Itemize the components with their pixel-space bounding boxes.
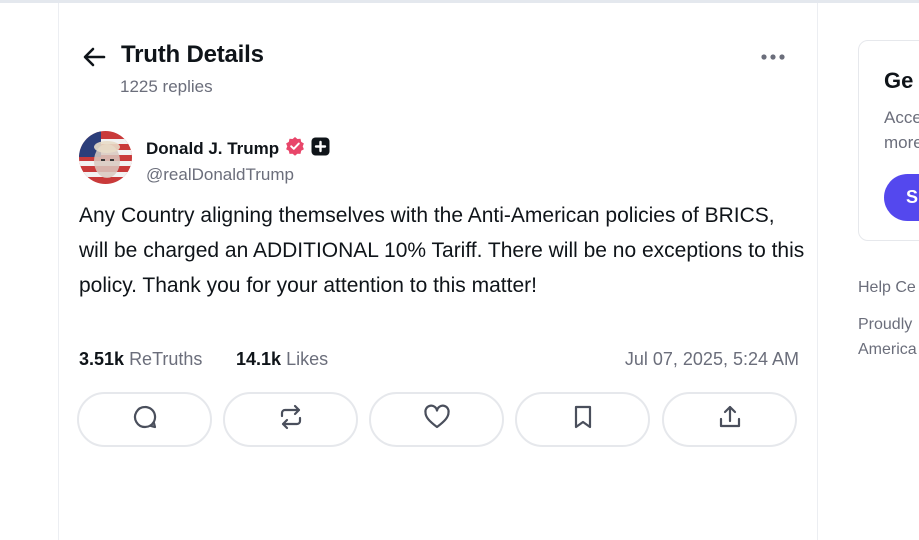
retruths-count: 3.51k	[79, 349, 125, 369]
likes-stat[interactable]: 14.1k Likes	[236, 349, 328, 370]
post-timestamp: Jul 07, 2025, 5:24 AM	[624, 349, 799, 369]
card-description: Acce more	[884, 105, 919, 155]
likes-label: Likes	[286, 349, 329, 369]
retruths-label: ReTruths	[129, 349, 203, 369]
card-description-line: Acce	[884, 108, 919, 127]
share-button[interactable]	[662, 392, 797, 447]
reply-count: 1225 replies	[120, 77, 213, 96]
heart-icon	[423, 404, 451, 435]
page-header: Truth Details 1225 replies	[81, 39, 801, 99]
author-name[interactable]: Donald J. Trump	[146, 139, 279, 159]
proudly-text: Proudly America	[858, 312, 917, 362]
page-title: Truth Details	[121, 41, 264, 68]
main-column: Truth Details 1225 replies Donald J. Tru…	[58, 3, 818, 540]
plus-badge-icon	[311, 137, 330, 161]
reply-icon	[132, 404, 158, 435]
author-name-row: Donald J. Trump	[146, 136, 330, 161]
share-icon	[717, 404, 743, 435]
card-title: Ge	[884, 68, 914, 93]
proudly-line: Proudly	[858, 316, 913, 333]
post-stats: 3.51k ReTruths 14.1k Likes Jul 07, 2025,…	[79, 349, 799, 375]
signup-card: Ge Acce more S	[858, 40, 919, 241]
bookmark-icon	[571, 404, 595, 435]
help-center-link[interactable]: Help Ce	[858, 275, 916, 300]
back-arrow-icon[interactable]	[81, 43, 109, 71]
retruth-icon	[278, 404, 304, 435]
likes-count: 14.1k	[236, 349, 282, 369]
post-text: Any Country aligning themselves with the…	[79, 204, 805, 297]
proudly-line: America	[858, 341, 917, 358]
signup-button[interactable]: S	[884, 174, 919, 221]
retruths-stat[interactable]: 3.51k ReTruths	[79, 349, 202, 370]
verified-badge-icon	[285, 136, 305, 161]
right-sidebar: Ge Acce more S Help Ce Proudly America	[858, 40, 919, 540]
bookmark-button[interactable]	[515, 392, 650, 447]
post-author: Donald J. Trump @realDonaldTrump	[79, 131, 779, 191]
card-description-line: more	[884, 133, 919, 152]
like-button[interactable]	[369, 392, 504, 447]
reply-button[interactable]	[77, 392, 212, 447]
retruth-button[interactable]	[223, 392, 358, 447]
author-handle[interactable]: @realDonaldTrump	[146, 165, 294, 185]
post-actions	[77, 392, 801, 448]
avatar[interactable]	[79, 131, 132, 184]
more-options-icon[interactable]	[759, 47, 787, 67]
